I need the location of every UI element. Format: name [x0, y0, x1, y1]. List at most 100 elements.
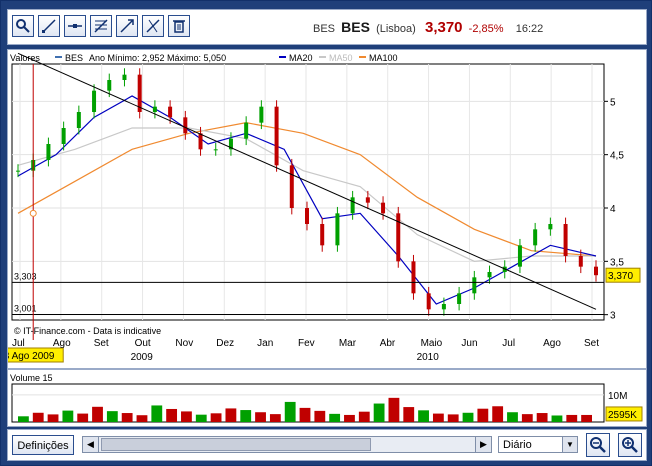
volume-bar — [269, 414, 281, 422]
x-tick-label: Jul — [12, 338, 25, 349]
volume-chart[interactable]: Volume 15 10M 2595K — [8, 370, 646, 426]
candle-body — [92, 90, 97, 112]
volume-last-label: 2595K — [608, 410, 637, 421]
volume-bar — [255, 412, 266, 422]
x-tick-label: Jun — [461, 338, 477, 349]
candle-body — [76, 112, 81, 128]
y-tick-label: 3,5 — [610, 257, 624, 268]
candle-body — [122, 74, 127, 80]
footer-note: © IT-Finance.com - Data is indicative — [14, 326, 161, 336]
volume-bar — [477, 408, 489, 422]
candle-body — [563, 224, 568, 256]
period-select-value: Diário — [503, 439, 532, 451]
volume-bar — [47, 414, 59, 422]
horizontal-line-icon[interactable] — [64, 15, 86, 37]
draw-line-icon[interactable] — [38, 15, 60, 37]
volume-bar — [106, 411, 118, 422]
x-tick-label: Nov — [175, 338, 193, 349]
scroll-left-icon[interactable]: ◀ — [83, 437, 99, 452]
candle-body — [517, 245, 522, 267]
x-tick-label: Maio — [421, 338, 443, 349]
quote-change: -2,85% — [468, 23, 504, 35]
zoom-icon[interactable] — [12, 15, 34, 37]
volume-bar — [62, 410, 74, 422]
volume-bar — [240, 410, 252, 422]
candle-body — [16, 170, 20, 172]
candle-body — [320, 224, 325, 246]
volume-bar — [195, 414, 207, 422]
volume-bar — [210, 413, 222, 422]
zoom-out-icon — [590, 437, 606, 453]
volume-bar — [329, 413, 341, 422]
quote-exchange: (Lisboa) — [376, 23, 416, 35]
legend-ma100: MA100 — [369, 53, 398, 63]
price-chart[interactable]: 3,3033,00113 Ago 20093,370© IT-Finance.c… — [0, 50, 646, 368]
x-year-label: 2009 — [131, 352, 154, 363]
volume-bar — [314, 410, 326, 422]
period-select[interactable]: Diário ▼ — [498, 436, 578, 453]
candle-body — [548, 224, 553, 230]
candle-body — [441, 304, 446, 310]
volume-bar — [388, 397, 400, 422]
zoom-out-button[interactable] — [586, 433, 610, 457]
legend-values-label: Valores — [10, 53, 40, 63]
volume-bar — [284, 401, 296, 422]
candle-body — [426, 293, 431, 310]
cursor-point — [29, 209, 37, 217]
volume-bar — [136, 415, 148, 422]
current-price-label: 3,370 — [608, 271, 633, 282]
candle-body — [198, 133, 203, 150]
chart-toolbar: BES BES (Lisboa) 3,370 -2,85% 16:22 — [7, 9, 647, 45]
y-tick-label: 4 — [610, 204, 616, 215]
candle-body — [183, 117, 188, 134]
scroll-right-icon[interactable]: ▶ — [475, 437, 491, 452]
zoom-in-button[interactable] — [618, 433, 642, 457]
zoom-in-icon — [622, 437, 638, 453]
legend-ma20: MA20 — [289, 53, 313, 63]
quote-summary: BES BES (Lisboa) 3,370 -2,85% 16:22 — [313, 10, 543, 44]
time-scrollbar[interactable]: ◀ ▶ — [82, 436, 492, 453]
legend-minmax: Ano Mínimo: 2,952 Máximo: 5,050 — [89, 53, 226, 63]
volume-bar — [166, 408, 178, 422]
volume-bar — [536, 413, 548, 422]
volume-bar — [92, 406, 103, 422]
x-tick-label: Abr — [380, 338, 396, 349]
volume-bar — [462, 412, 474, 422]
x-tick-label: Dez — [216, 338, 234, 349]
volume-bar — [373, 403, 385, 422]
candle-body — [578, 256, 583, 267]
quote-time: 16:22 — [515, 23, 544, 35]
chevron-down-icon[interactable]: ▼ — [562, 437, 577, 452]
cross-line-icon[interactable] — [142, 15, 164, 37]
candle-body — [350, 197, 355, 214]
trash-icon[interactable] — [168, 15, 190, 37]
volume-bar — [432, 413, 444, 422]
x-tick-label: Ago — [53, 338, 71, 349]
candle-body — [487, 272, 492, 278]
candle-body — [396, 213, 401, 262]
candle-body — [289, 165, 294, 208]
x-tick-label: Fev — [298, 338, 315, 349]
cursor-date-label: 13 Ago 2009 — [8, 351, 55, 362]
volume-bar — [447, 414, 459, 422]
candle-body — [46, 144, 51, 160]
candle-body — [594, 266, 598, 276]
volume-bar — [492, 406, 504, 422]
fibonacci-icon[interactable] — [90, 15, 112, 37]
settings-button[interactable]: Definições — [12, 435, 74, 455]
volume-bar — [344, 414, 355, 422]
x-tick-label: Jul — [502, 338, 515, 349]
scrollbar-thumb[interactable] — [101, 438, 371, 451]
candle-body — [274, 106, 279, 166]
volume-bar — [225, 408, 237, 422]
candle-body — [533, 229, 538, 246]
x-tick-label: Ago — [543, 338, 561, 349]
volume-bar — [18, 416, 29, 422]
trend-tool-icon[interactable] — [116, 15, 138, 37]
volume-bar — [403, 407, 415, 422]
quote-symbol-small: BES — [313, 23, 336, 35]
legend-series-name: BES — [65, 53, 83, 63]
legend-ma50: MA50 — [329, 53, 353, 63]
volume-bar — [507, 412, 518, 422]
volume-bar — [551, 415, 563, 422]
